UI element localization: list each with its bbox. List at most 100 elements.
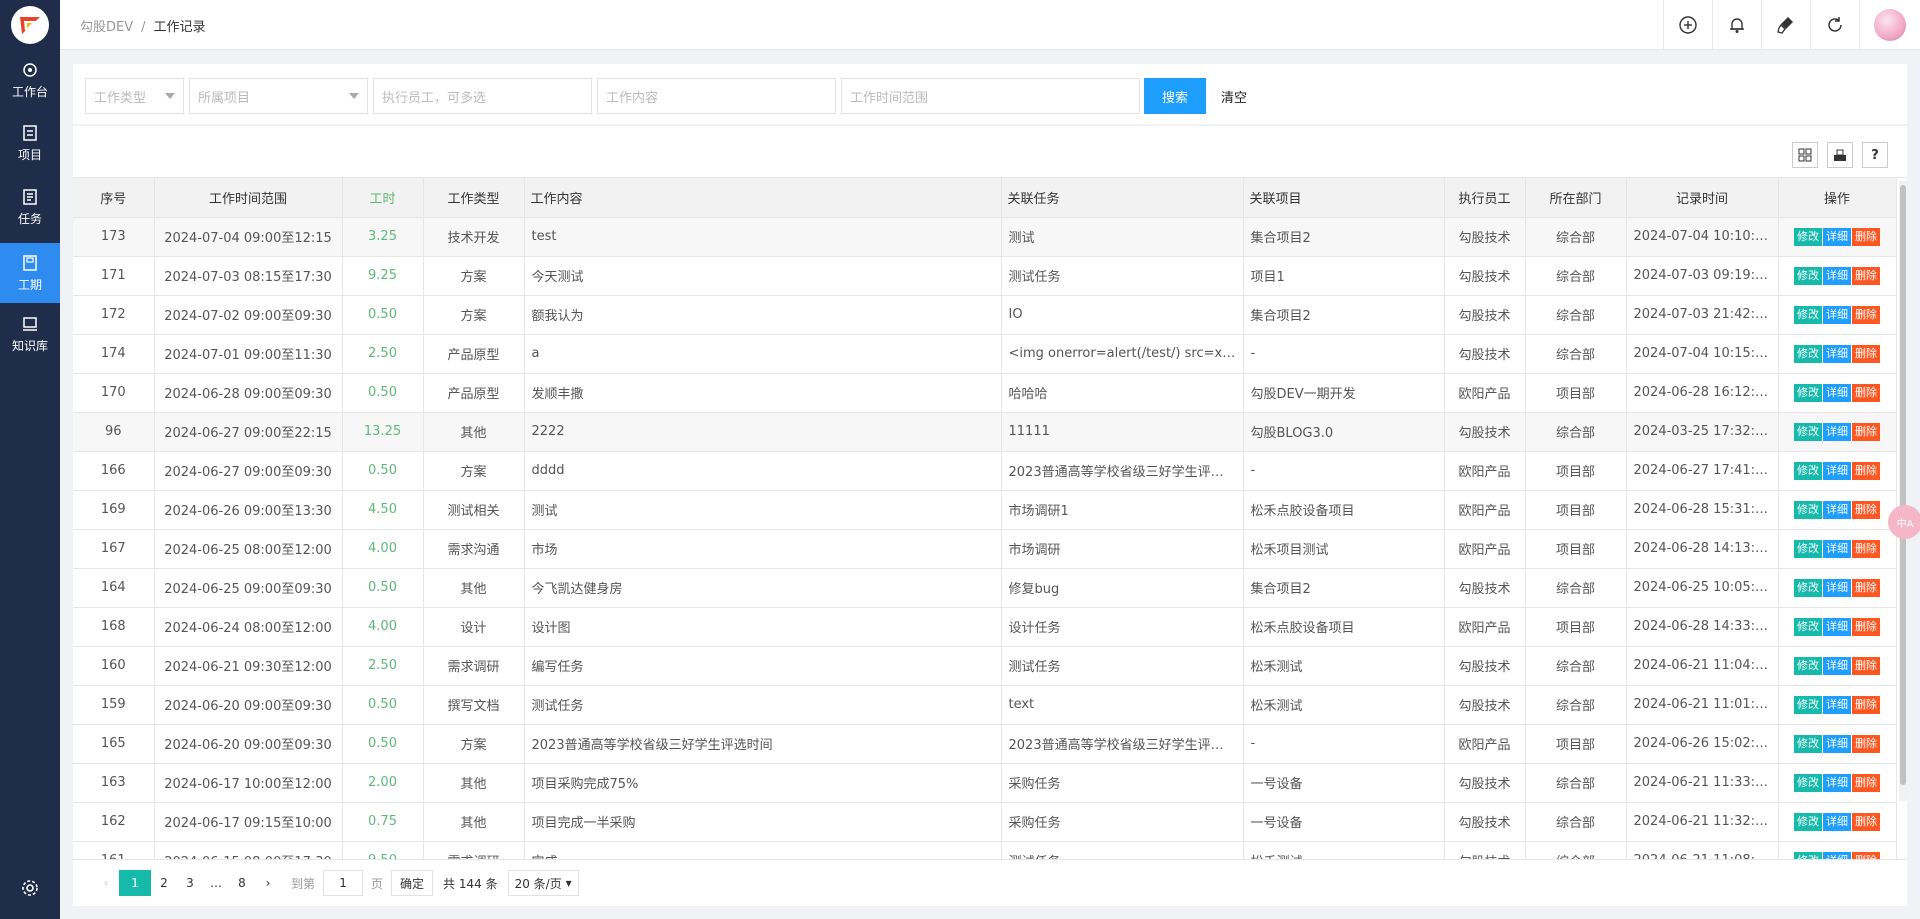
- table-row[interactable]: 160 2024-06-21 09:30至12:00 2.50 需求调研 编写任务 测试任…: [73, 646, 1897, 686]
- detail-button[interactable]: 详细: [1823, 773, 1851, 792]
- table-row[interactable]: 170 2024-06-28 09:00至09:30 0.50 产品原型 发顺丰撒 哈哈哈…: [73, 373, 1897, 413]
- edit-button[interactable]: 修改: [1794, 812, 1822, 831]
- table-row[interactable]: 169 2024-06-26 09:00至13:30 4.50 测试相关 测试 市场调研1…: [73, 490, 1897, 530]
- detail-button[interactable]: 详细: [1823, 422, 1851, 441]
- edit-button[interactable]: 修改: [1794, 461, 1822, 480]
- delete-button[interactable]: 删除: [1852, 383, 1880, 402]
- sidebar-item-dashboard[interactable]: 工作台: [0, 50, 60, 110]
- delete-button[interactable]: 删除: [1852, 344, 1880, 363]
- refresh-button[interactable]: [1810, 0, 1859, 50]
- detail-button[interactable]: 详细: [1823, 344, 1851, 363]
- work-type-select[interactable]: 工作类型: [85, 78, 184, 114]
- column-header[interactable]: 序号: [73, 178, 155, 218]
- detail-button[interactable]: 详细: [1823, 227, 1851, 246]
- detail-button[interactable]: 详细: [1823, 305, 1851, 324]
- detail-button[interactable]: 详细: [1823, 539, 1851, 558]
- project-select[interactable]: 所属项目: [189, 78, 368, 114]
- edit-button[interactable]: 修改: [1794, 734, 1822, 753]
- add-button[interactable]: [1663, 0, 1712, 50]
- detail-button[interactable]: 详细: [1823, 461, 1851, 480]
- sidebar-item-knowledge[interactable]: 知识库: [0, 304, 60, 364]
- app-logo[interactable]: [11, 6, 49, 44]
- time-range-input[interactable]: 工作时间范围: [841, 78, 1140, 114]
- delete-button[interactable]: 删除: [1852, 851, 1880, 859]
- table-row[interactable]: 167 2024-06-25 08:00至12:00 4.00 需求沟通 市场 市场调研松…: [73, 529, 1897, 569]
- content-input[interactable]: 工作内容: [597, 78, 836, 114]
- delete-button[interactable]: 删除: [1852, 461, 1880, 480]
- next-page-button[interactable]: ›: [255, 870, 281, 896]
- page-button[interactable]: 2: [151, 870, 177, 896]
- edit-button[interactable]: 修改: [1794, 305, 1822, 324]
- table-row[interactable]: 165 2024-06-20 09:00至09:30 0.50 方案 2023普通高等学…: [73, 724, 1897, 764]
- delete-button[interactable]: 删除: [1852, 500, 1880, 519]
- export-button[interactable]: [1827, 142, 1853, 168]
- help-button[interactable]: ?: [1862, 142, 1888, 168]
- user-menu[interactable]: [1859, 0, 1920, 50]
- edit-button[interactable]: 修改: [1794, 539, 1822, 558]
- detail-button[interactable]: 详细: [1823, 656, 1851, 675]
- page-button[interactable]: 3: [177, 870, 203, 896]
- edit-button[interactable]: 修改: [1794, 500, 1822, 519]
- column-header[interactable]: 关联任务: [1001, 178, 1244, 218]
- column-header[interactable]: 记录时间: [1626, 178, 1779, 218]
- edit-button[interactable]: 修改: [1794, 617, 1822, 636]
- delete-button[interactable]: 删除: [1852, 539, 1880, 558]
- edit-button[interactable]: 修改: [1794, 578, 1822, 597]
- table-row[interactable]: 173 2024-07-04 09:00至12:15 3.25 技术开发 test 测试集…: [73, 217, 1897, 257]
- table-row[interactable]: 1612024-06-15 08:00至17:309.50需求调研完成测试任务松…: [73, 841, 1897, 859]
- table-row[interactable]: 172 2024-07-02 09:00至09:30 0.50 方案 额我认为 IO 集合项…: [73, 295, 1897, 335]
- delete-button[interactable]: 删除: [1852, 617, 1880, 636]
- delete-button[interactable]: 删除: [1852, 734, 1880, 753]
- detail-button[interactable]: 详细: [1823, 695, 1851, 714]
- column-filter-button[interactable]: [1792, 142, 1818, 168]
- clear-button[interactable]: 清空: [1221, 78, 1247, 114]
- table-row[interactable]: 96 2024-06-27 09:00至22:15 13.25 其他 2222 11111…: [73, 412, 1897, 452]
- page-button[interactable]: 8: [229, 870, 255, 896]
- column-header[interactable]: 工作时间范围: [154, 178, 343, 218]
- edit-button[interactable]: 修改: [1794, 656, 1822, 675]
- column-header[interactable]: 操作: [1778, 178, 1897, 218]
- edit-button[interactable]: 修改: [1794, 695, 1822, 714]
- delete-button[interactable]: 删除: [1852, 266, 1880, 285]
- detail-button[interactable]: 详细: [1823, 812, 1851, 831]
- table-row[interactable]: 159 2024-06-20 09:00至09:30 0.50 撰写文档 测试任务 tex…: [73, 685, 1897, 725]
- page-size-select[interactable]: 20 条/页 ▾: [507, 870, 579, 896]
- clear-cache-button[interactable]: [1761, 0, 1810, 50]
- table-row[interactable]: 163 2024-06-17 10:00至12:00 2.00 其他 项目采购完成75%…: [73, 763, 1897, 803]
- edit-button[interactable]: 修改: [1794, 383, 1822, 402]
- translate-icon[interactable]: 中A: [1888, 505, 1920, 539]
- delete-button[interactable]: 删除: [1852, 227, 1880, 246]
- column-header[interactable]: 工作类型: [423, 178, 525, 218]
- column-header[interactable]: 执行员工: [1444, 178, 1526, 218]
- column-header[interactable]: 工时: [342, 178, 424, 218]
- delete-button[interactable]: 删除: [1852, 695, 1880, 714]
- page-button[interactable]: 1: [119, 870, 151, 896]
- detail-button[interactable]: 详细: [1823, 500, 1851, 519]
- table-row[interactable]: 174 2024-07-01 09:00至11:30 2.50 产品原型 a <img o…: [73, 334, 1897, 374]
- sidebar-item-project[interactable]: 项目: [0, 113, 60, 173]
- breadcrumb-root[interactable]: 勾股DEV: [80, 20, 133, 35]
- column-header[interactable]: 所在部门: [1525, 178, 1627, 218]
- delete-button[interactable]: 删除: [1852, 656, 1880, 675]
- goto-confirm-button[interactable]: 确定: [391, 870, 434, 896]
- edit-button[interactable]: 修改: [1794, 227, 1822, 246]
- edit-button[interactable]: 修改: [1794, 422, 1822, 441]
- detail-button[interactable]: 详细: [1823, 851, 1851, 859]
- notification-button[interactable]: [1712, 0, 1761, 50]
- sidebar-item-task[interactable]: 任务: [0, 177, 60, 237]
- column-header[interactable]: 工作内容: [524, 178, 1002, 218]
- search-button[interactable]: 搜索: [1144, 78, 1206, 114]
- delete-button[interactable]: 删除: [1852, 305, 1880, 324]
- vertical-scrollbar[interactable]: [1899, 181, 1907, 801]
- delete-button[interactable]: 删除: [1852, 578, 1880, 597]
- detail-button[interactable]: 详细: [1823, 734, 1851, 753]
- detail-button[interactable]: 详细: [1823, 617, 1851, 636]
- delete-button[interactable]: 删除: [1852, 812, 1880, 831]
- edit-button[interactable]: 修改: [1794, 773, 1822, 792]
- table-row[interactable]: 162 2024-06-17 09:15至10:00 0.75 其他 项目完成一半采购采…: [73, 802, 1897, 842]
- prev-page-button[interactable]: ‹: [93, 870, 119, 896]
- detail-button[interactable]: 详细: [1823, 578, 1851, 597]
- delete-button[interactable]: 删除: [1852, 422, 1880, 441]
- column-header[interactable]: 关联项目: [1243, 178, 1445, 218]
- table-row[interactable]: 164 2024-06-25 09:00至09:30 0.50 其他 今飞凯达健身房 修复…: [73, 568, 1897, 608]
